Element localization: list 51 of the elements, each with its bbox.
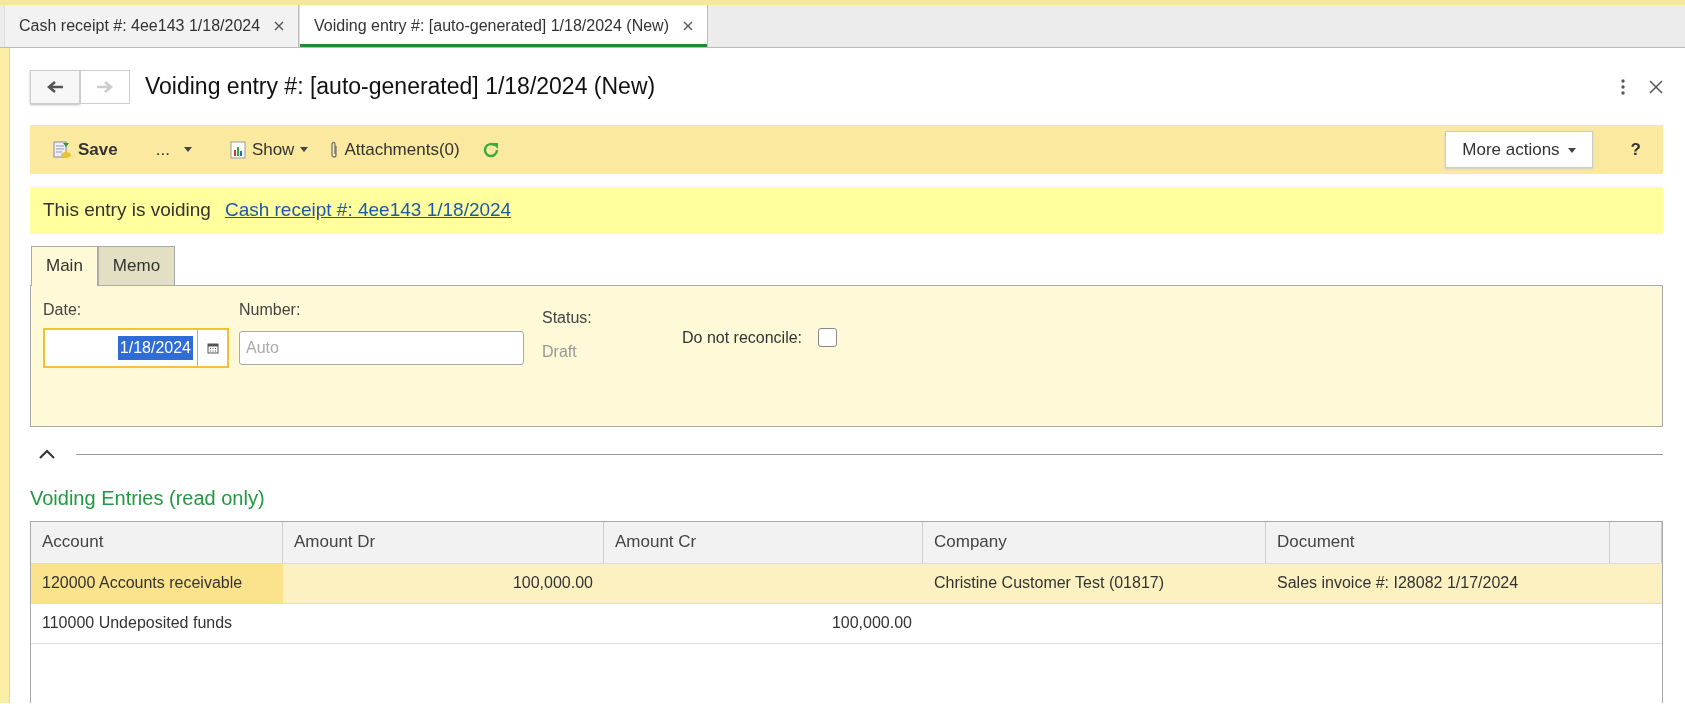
column-header[interactable]: Document [1266, 521, 1610, 563]
table-row[interactable]: 110000 Undeposited funds 100,000.00 [31, 603, 1662, 644]
close-icon[interactable] [274, 21, 285, 31]
form-tab[interactable]: Memo [97, 246, 176, 285]
table-cell: Sales invoice #: I28082 1/17/2024 [1266, 563, 1610, 603]
column-header[interactable]: Company [923, 521, 1266, 563]
caret-icon [300, 147, 309, 152]
field-label: Status: [542, 307, 593, 328]
field-label: Do not reconcile: [682, 327, 803, 348]
document-tab[interactable]: Cash receipt #: 4ee143 1/18/2024 [4, 5, 300, 47]
table-cell-text: 110000 Undeposited funds [41, 613, 234, 633]
attachments-button[interactable]: Attachments(0) [322, 132, 468, 167]
document-link[interactable]: Cash receipt #: 4ee143 1/18/2024 [224, 196, 512, 225]
paperclip-icon [330, 140, 339, 159]
save-button[interactable]: Save [44, 132, 126, 167]
caret-icon [183, 147, 192, 152]
back-button[interactable] [30, 69, 80, 104]
calendar-icon[interactable] [206, 341, 219, 354]
column-header[interactable]: Account [31, 521, 283, 563]
column-header[interactable]: Amount Dr [283, 521, 604, 563]
help-button[interactable]: ? [1622, 132, 1649, 167]
document-tab[interactable]: Voiding entry #: [auto-generated] 1/18/2024 (New) [299, 5, 708, 47]
column-header[interactable]: Amount Cr [604, 521, 923, 563]
banner-text: This entry is voiding [43, 198, 211, 223]
right-arrow-icon [96, 79, 114, 94]
caret-icon [1567, 147, 1576, 153]
form-tab[interactable]: Main [31, 246, 98, 286]
table-cell: 120000 Accounts receivable [31, 563, 283, 603]
field-label: Number: [239, 299, 302, 320]
table-cell: Christine Customer Test (01817) [923, 563, 1266, 603]
more-button[interactable]: ... [147, 132, 200, 167]
table-row[interactable]: 120000 Accounts receivable 100,000.00 Christine Customer Test (01817) Sales invoice #: I28082 1/17/2024 [31, 563, 1662, 604]
close-icon[interactable] [683, 21, 693, 31]
collapse-icon[interactable] [38, 449, 56, 460]
status-value: Draft [542, 341, 578, 362]
refresh-icon [481, 140, 500, 159]
checkbox[interactable] [818, 328, 838, 347]
number-field[interactable]: Auto [239, 330, 524, 365]
more-actions-button[interactable]: More actions [1445, 130, 1593, 169]
field-label: Date: [43, 299, 83, 320]
window-title: Voiding entry #: [auto-generated] 1/18/2024 (New) [145, 72, 656, 102]
date-field[interactable]: 1/18/2024 [43, 327, 229, 368]
more-icon[interactable] [1621, 78, 1625, 95]
table-cell-text: 100,000.00 [830, 613, 913, 633]
show-button[interactable]: Show [221, 132, 317, 167]
bar-chart-icon [229, 140, 246, 159]
left-arrow-icon [46, 79, 64, 94]
close-icon[interactable] [1649, 79, 1663, 94]
table-cell: 100,000.00 [283, 563, 604, 603]
document-coins-icon [52, 139, 72, 160]
section-title: Voiding Entries (read only) [30, 485, 266, 511]
